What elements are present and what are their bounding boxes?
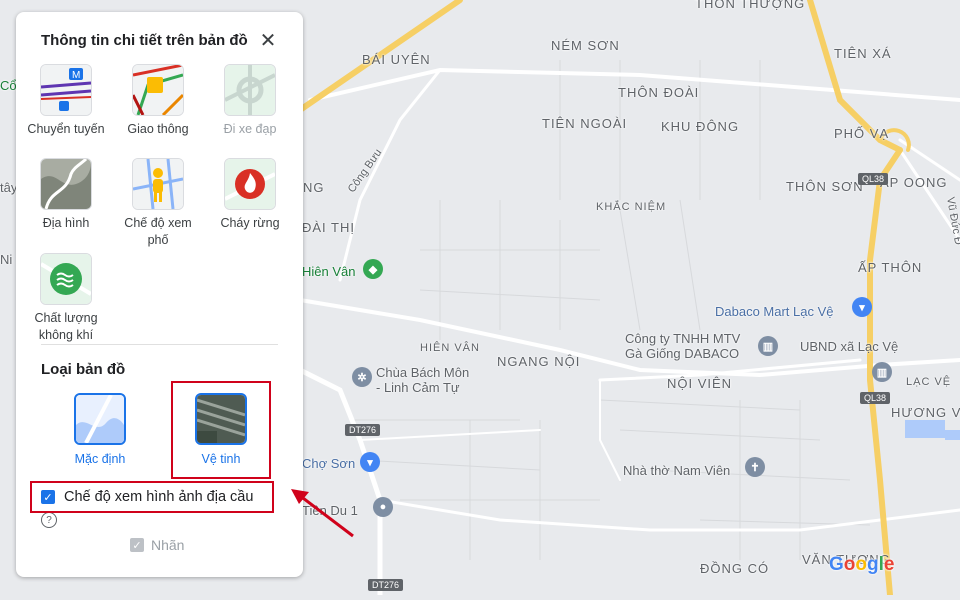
close-icon[interactable]: ✕ — [257, 29, 279, 52]
labels-label: Nhãn — [151, 537, 185, 553]
google-logo: Google — [829, 554, 894, 576]
detail-label: Cháy rừng — [220, 216, 280, 230]
detail-wildfire[interactable]: Cháy rừng — [205, 158, 295, 232]
poi-label[interactable]: UBND xã Lạc Vệ — [800, 339, 898, 354]
place-label: NÉM SƠN — [551, 38, 620, 53]
svg-text:M: M — [72, 70, 80, 81]
logo-letter: o — [855, 554, 867, 575]
place-label: ẤP THÔN — [858, 260, 923, 275]
logo-letter: G — [829, 554, 844, 575]
place-label: PHỐ VẠ — [834, 126, 890, 141]
street-view-icon — [132, 158, 184, 210]
government-pin-icon[interactable]: ▥ — [872, 362, 892, 382]
place-label: ẤP OONG — [880, 175, 948, 190]
park-pin-icon[interactable]: ◆ — [363, 259, 383, 279]
place-label: ĐỒNG CÓ — [700, 561, 770, 576]
poi-label[interactable]: Công ty TNHH MTV Gà Giống DABACO — [625, 331, 740, 361]
edge-label: tây — [0, 180, 18, 195]
detail-label: Chuyển tuyến — [27, 122, 105, 136]
map-type-label: Mặc định — [74, 452, 126, 466]
logo-letter: o — [843, 554, 856, 575]
place-label: KHẮC NIỆM — [596, 201, 667, 213]
transit-icon: M — [40, 64, 92, 116]
market-pin-icon[interactable]: ▾ — [360, 452, 380, 472]
detail-air-quality[interactable]: Chất lượng không khí — [21, 253, 111, 344]
poi-label[interactable]: Hiên Vân — [302, 264, 355, 279]
road-shield: DT276 — [345, 424, 381, 436]
shopping-pin-icon[interactable]: ▾ — [852, 297, 872, 317]
wildfire-icon — [224, 158, 276, 210]
church-pin-icon[interactable]: ✝ — [745, 457, 765, 477]
poi-label[interactable]: Chợ Sơn — [302, 456, 355, 471]
poi-label[interactable]: Nhà thờ Nam Viên — [623, 463, 730, 478]
detail-label: Giao thông — [127, 122, 189, 136]
place-label: ĐÀI THỊ — [302, 220, 355, 235]
highlight-box-globe — [30, 481, 274, 513]
terrain-icon — [40, 158, 92, 210]
help-icon[interactable]: ? — [41, 512, 57, 528]
place-label: KHU ĐÔNG — [661, 119, 740, 134]
place-label: LẠC VỆ — [906, 376, 952, 388]
place-label: NGANG NỘI — [497, 354, 581, 369]
map-type-heading: Loại bản đồ — [41, 361, 126, 378]
place-label: TIÊN XÁ — [834, 46, 892, 61]
biking-icon — [224, 64, 276, 116]
detail-label: Đi xe đạp — [223, 122, 277, 136]
place-label: THÔN SƠN — [786, 179, 864, 194]
air-quality-icon — [40, 253, 92, 305]
section-divider — [41, 344, 278, 345]
map-type-default[interactable]: Mặc định — [55, 393, 145, 466]
edge-label: Ni — [0, 252, 13, 267]
labels-checkbox[interactable]: ✓ — [130, 538, 144, 552]
edge-label: Cổ — [0, 78, 17, 93]
detail-terrain[interactable]: Địa hình — [21, 158, 111, 232]
road-shield: QL38 — [860, 392, 891, 404]
business-pin-icon[interactable]: ▥ — [758, 336, 778, 356]
place-label: BÁI UYÊN — [362, 52, 431, 67]
detail-traffic[interactable]: Giao thông — [113, 64, 203, 138]
detail-label: Địa hình — [42, 216, 90, 230]
default-map-icon — [74, 393, 126, 445]
place-label: HƯƠNG V — [891, 405, 960, 420]
labels-option[interactable]: ✓ Nhãn — [130, 537, 184, 553]
road-shield: DT276 — [368, 579, 404, 591]
place-label: THÔN ĐOÀI — [618, 85, 700, 100]
place-label: THÔN THƯỢNG — [695, 0, 806, 11]
detail-transit[interactable]: M Chuyển tuyến — [21, 64, 111, 138]
detail-street-view[interactable]: Chế độ xem phố — [113, 158, 203, 249]
detail-biking[interactable]: Đi xe đạp — [205, 64, 295, 138]
highlight-box-satellite — [171, 381, 271, 479]
place-label: NG — [303, 180, 325, 195]
detail-label: Chế độ xem phố — [124, 216, 192, 247]
poi-label[interactable]: Dabaco Mart Lạc Vệ — [715, 304, 834, 319]
panel-title: Thông tin chi tiết trên bản đồ — [41, 32, 248, 49]
poi-label[interactable]: Chùa Bách Môn - Linh Cảm Tự — [376, 365, 469, 395]
annotation-arrow-icon — [291, 489, 354, 538]
logo-letter: g — [867, 554, 879, 575]
school-pin-icon[interactable]: ● — [373, 497, 393, 517]
place-label: TIÊN NGOÀI — [542, 116, 628, 131]
detail-label: Chất lượng không khí — [34, 311, 98, 342]
place-label: NỘI VIÊN — [667, 376, 733, 391]
road-shield: QL38 — [858, 173, 889, 185]
logo-letter: e — [883, 554, 895, 575]
traffic-icon — [132, 64, 184, 116]
place-label: HIÊN VÂN — [420, 342, 480, 354]
temple-pin-icon[interactable]: ✲ — [352, 367, 372, 387]
